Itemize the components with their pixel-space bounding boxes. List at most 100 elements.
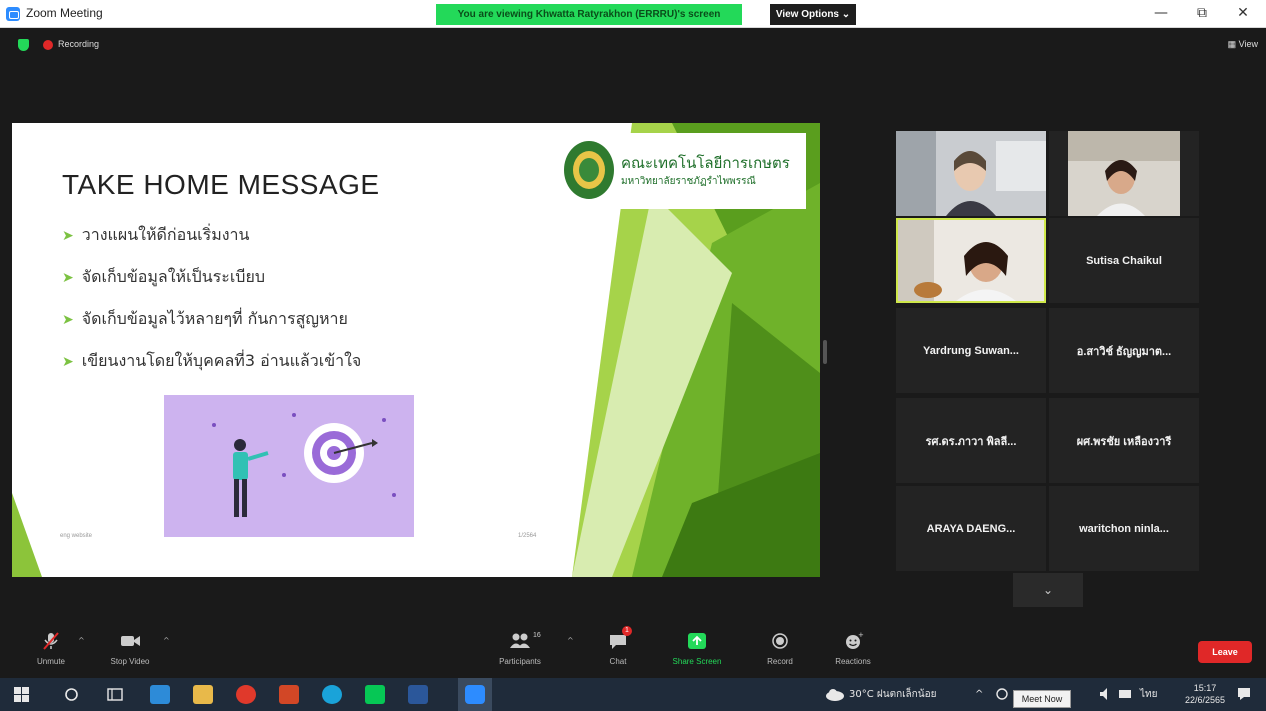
unmute-label: Unmute xyxy=(36,657,65,666)
participants-count: 16 xyxy=(533,632,541,639)
slide-bullet: ➤ วางแผนให้ดีก่อนเริ่มงาน xyxy=(62,225,250,244)
recording-label: Recording xyxy=(58,39,100,49)
edge-browser-icon[interactable] xyxy=(322,685,342,704)
participant-tile[interactable]: รศ.ดร.ภาวา พิลลี... xyxy=(896,398,1046,483)
participant-video-tile[interactable] xyxy=(896,131,1046,216)
participant-name: waritchon ninla... xyxy=(1079,522,1169,535)
meet-now-tooltip: Meet Now xyxy=(1013,690,1071,708)
close-button[interactable]: ✕ xyxy=(1226,2,1260,24)
participants-label: Participants xyxy=(499,657,541,666)
participant-name: อ.สาวิช์ ธัญญมาต... xyxy=(1076,345,1172,358)
taskbar-clock[interactable]: 15:17 22/6/2565 xyxy=(1185,682,1225,706)
share-screen-button[interactable]: Share Screen xyxy=(664,622,730,678)
arrow-bullet-icon: ➤ xyxy=(62,228,74,244)
target-goal-illustration xyxy=(164,395,414,537)
file-explorer-icon[interactable] xyxy=(193,685,213,704)
smiley-reaction-icon: + xyxy=(846,632,864,649)
slide-footer-left: eng website xyxy=(60,533,93,539)
audio-options-caret-icon[interactable]: ^ xyxy=(78,636,85,645)
participants-icon xyxy=(510,633,530,648)
meet-now-icon[interactable] xyxy=(995,687,1009,702)
recording-icon xyxy=(43,40,53,50)
minimize-button[interactable]: — xyxy=(1144,2,1178,24)
word-icon[interactable] xyxy=(408,685,428,704)
edge-legacy-taskbar-icon[interactable] xyxy=(150,685,170,704)
video-options-caret-icon[interactable]: ^ xyxy=(163,636,170,645)
shared-screen-slide[interactable]: คณะเทคโนโลยีการเกษตร มหาวิทยาลัยราชภัฏรำ… xyxy=(12,123,820,577)
leave-meeting-button[interactable]: Leave xyxy=(1198,641,1252,663)
faculty-logo: คณะเทคโนโลยีการเกษตร มหาวิทยาลัยราชภัฏรำ… xyxy=(561,133,806,209)
slide-bullet: ➤ จัดเก็บข้อมูลให้เป็นระเบียบ xyxy=(62,267,265,286)
show-hidden-icons-caret-icon[interactable]: ^ xyxy=(975,678,983,711)
share-screen-icon xyxy=(688,633,706,649)
zoom-taskbar-button-active[interactable] xyxy=(458,678,492,711)
participant-video-tile-active-speaker[interactable] xyxy=(896,218,1046,303)
windows-taskbar: 30°C ฝนตกเล็กน้อย ^ ไทย 15:17 22/6/2565 xyxy=(0,678,1266,711)
microphone-muted-icon xyxy=(43,632,59,650)
reactions-label: Reactions xyxy=(835,657,871,666)
video-camera-icon xyxy=(121,636,140,646)
svg-text:+: + xyxy=(858,632,864,639)
window-titlebar: Zoom Meeting You are viewing Khwatta Rat… xyxy=(0,0,1266,28)
clock-time: 15:17 xyxy=(1193,683,1217,693)
task-view-icon[interactable] xyxy=(107,687,123,702)
wifi-network-icon[interactable] xyxy=(1118,687,1132,701)
view-label: View xyxy=(1238,39,1258,49)
weather-cloud-icon xyxy=(826,689,844,701)
clock-date: 22/6/2565 xyxy=(1185,695,1226,705)
participant-video xyxy=(896,131,1046,216)
logo-faculty-name: คณะเทคโนโลยีการเกษตร xyxy=(621,154,790,172)
participant-name: ผศ.พรชัย เหลืองวารี xyxy=(1076,435,1172,448)
zoom-taskbar-icon xyxy=(465,685,485,704)
participant-name: ARAYA DAENG... xyxy=(926,522,1016,535)
weather-text[interactable]: 30°C ฝนตกเล็กน้อย xyxy=(849,678,936,711)
arrow-bullet-icon: ➤ xyxy=(62,312,74,328)
chrome-browser-icon[interactable] xyxy=(236,685,256,704)
slide-footer-center: 1/2564 xyxy=(518,533,537,539)
participants-options-caret-icon[interactable]: ^ xyxy=(567,636,574,645)
unmute-button[interactable]: Unmute xyxy=(28,622,74,678)
slide-title: TAKE HOME MESSAGE xyxy=(62,169,380,200)
meeting-toolbar: Unmute ^ Stop Video ^ 16 Participants ^ … xyxy=(0,622,1266,678)
arrow-bullet-icon: ➤ xyxy=(62,354,74,370)
participant-video xyxy=(898,220,1044,301)
screen-share-banner: You are viewing Khwatta Ratyrakhon (ERRR… xyxy=(436,4,742,25)
participant-video xyxy=(1049,131,1199,216)
panel-splitter-handle[interactable] xyxy=(823,340,827,364)
input-language[interactable]: ไทย xyxy=(1140,678,1157,711)
view-button[interactable]: ▦ View xyxy=(1228,39,1258,50)
line-app-icon[interactable] xyxy=(365,685,385,704)
powerpoint-icon[interactable] xyxy=(279,685,299,704)
participant-tile[interactable]: Sutisa Chaikul xyxy=(1049,218,1199,303)
maximize-button[interactable]: ⧉ xyxy=(1185,2,1219,24)
chat-label: Chat xyxy=(609,657,627,666)
participant-tile[interactable]: waritchon ninla... xyxy=(1049,486,1199,571)
participant-name: รศ.ดร.ภาวา พิลลี... xyxy=(925,435,1017,448)
participant-tile[interactable]: Yardrung Suwan... xyxy=(896,308,1046,393)
chat-unread-badge: 1 xyxy=(622,626,632,636)
zoom-app-icon xyxy=(6,7,20,21)
windows-start-icon[interactable] xyxy=(14,687,29,702)
gallery-next-page-button[interactable]: ⌄ xyxy=(1013,573,1083,607)
speaker-volume-icon[interactable] xyxy=(1099,687,1111,701)
record-label: Record xyxy=(767,657,793,666)
participants-button[interactable]: 16 Participants xyxy=(489,622,551,678)
slide-bullet-list: ➤ วางแผนให้ดีก่อนเริ่มงาน ➤ จัดเก็บข้อมูลใ… xyxy=(62,223,361,391)
reactions-button[interactable]: + Reactions xyxy=(826,622,880,678)
chat-button[interactable]: 1 Chat xyxy=(602,622,634,678)
stop-video-label: Stop Video xyxy=(110,657,150,666)
participant-tile[interactable]: ผศ.พรชัย เหลืองวารี xyxy=(1049,398,1199,483)
participant-video-tile[interactable] xyxy=(1049,131,1199,216)
participant-name: Sutisa Chaikul xyxy=(1086,254,1162,267)
participant-name: Yardrung Suwan... xyxy=(923,344,1019,357)
stop-video-button[interactable]: Stop Video xyxy=(102,622,158,678)
arrow-bullet-icon: ➤ xyxy=(62,270,74,286)
participant-tile[interactable]: อ.สาวิช์ ธัญญมาต... xyxy=(1049,308,1199,393)
participant-tile[interactable]: ARAYA DAENG... xyxy=(896,486,1046,571)
share-screen-label: Share Screen xyxy=(672,657,722,666)
record-button[interactable]: Record xyxy=(760,622,800,678)
search-circle-icon[interactable] xyxy=(64,687,79,702)
notification-center-icon[interactable] xyxy=(1236,686,1252,702)
security-shield-icon[interactable] xyxy=(18,39,29,51)
view-options-button[interactable]: View Options ⌄ xyxy=(770,4,856,25)
